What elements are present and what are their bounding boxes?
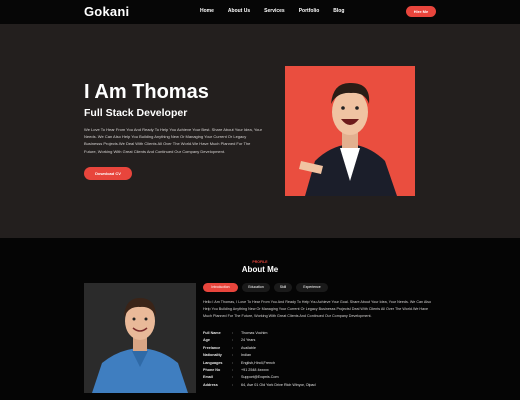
info-value[interactable]: Support@Exqmis.Com (241, 374, 279, 381)
info-value: Indian (241, 353, 252, 358)
info-row-address: Address : 64, Ave 01 Old York Drive Rich… (203, 382, 316, 389)
hero-description: We Love To Hear From You And Ready To He… (84, 127, 262, 154)
hire-me-button[interactable]: Hire Me (406, 6, 436, 17)
about-portrait-image (84, 283, 196, 393)
download-cv-button[interactable]: Download CV (84, 167, 132, 180)
tab-experience[interactable]: Experience (296, 283, 328, 292)
hero-section: I Am Thomas Full Stack Developer We Love… (0, 24, 520, 238)
nav-item-home[interactable]: Home (200, 8, 214, 14)
info-value: Thomas Vochim (241, 331, 268, 335)
about-section: PROFILE About Me Introduction Education … (0, 238, 520, 400)
info-label: Email (203, 375, 213, 380)
info-row-freelance: Freelance : Available (203, 345, 316, 352)
nav-item-services[interactable]: Services (264, 8, 285, 14)
info-value: +91 2548 4xxxxx (241, 367, 269, 372)
section-kicker: PROFILE (252, 260, 268, 264)
hero-subtitle: Full Stack Developer (84, 107, 188, 119)
hero-portrait-image (285, 66, 415, 196)
info-label: Age (203, 338, 210, 343)
info-label: Nationality (203, 353, 222, 358)
info-value: 24 Years (241, 338, 256, 343)
info-row-full-name: Full Name : Thomas Vochim (203, 330, 316, 337)
hero-title: I Am Thomas (84, 81, 209, 103)
tab-skill[interactable]: Skill (274, 283, 292, 292)
info-value: Available (241, 345, 256, 350)
tab-introduction[interactable]: Introduction (203, 283, 238, 292)
about-tabs: Introduction Education Skill Experience (203, 283, 328, 292)
section-title: About Me (241, 265, 279, 274)
info-label: Address (203, 382, 218, 387)
info-row-languages: Languages : English,Hindi,French (203, 360, 316, 367)
info-row-nationality: Nationality : Indian (203, 352, 316, 359)
tab-education[interactable]: Education (242, 283, 270, 292)
about-introduction-text: Hello I Am Thomas, I Love To Hear From Y… (203, 300, 432, 318)
info-row-email: Email : Support@Exqmis.Com (203, 374, 316, 381)
personal-info-list: Full Name : Thomas Vochim Age : 24 Years… (203, 330, 316, 389)
info-row-age: Age : 24 Years (203, 337, 316, 344)
info-row-phone: Phone No : +91 2548 4xxxxx (203, 367, 316, 374)
site-logo[interactable]: Gokani (84, 4, 129, 19)
info-label: Freelance (203, 345, 221, 350)
info-label: Phone No (203, 367, 221, 372)
nav-item-about-us[interactable]: About Us (228, 8, 250, 14)
nav-item-portfolio[interactable]: Portfolio (299, 8, 320, 14)
info-value: 64, Ave 01 Old York Drive Rich Winyor, O… (241, 382, 316, 387)
info-label: Languages (203, 360, 223, 365)
nav-item-blog[interactable]: Blog (333, 8, 344, 14)
info-label: Full Name (203, 331, 221, 335)
info-value: English,Hindi,French (241, 360, 276, 365)
top-navbar: Gokani Home About Us Services Portfolio … (0, 0, 520, 24)
nav-menu: Home About Us Services Portfolio Blog (200, 8, 344, 14)
